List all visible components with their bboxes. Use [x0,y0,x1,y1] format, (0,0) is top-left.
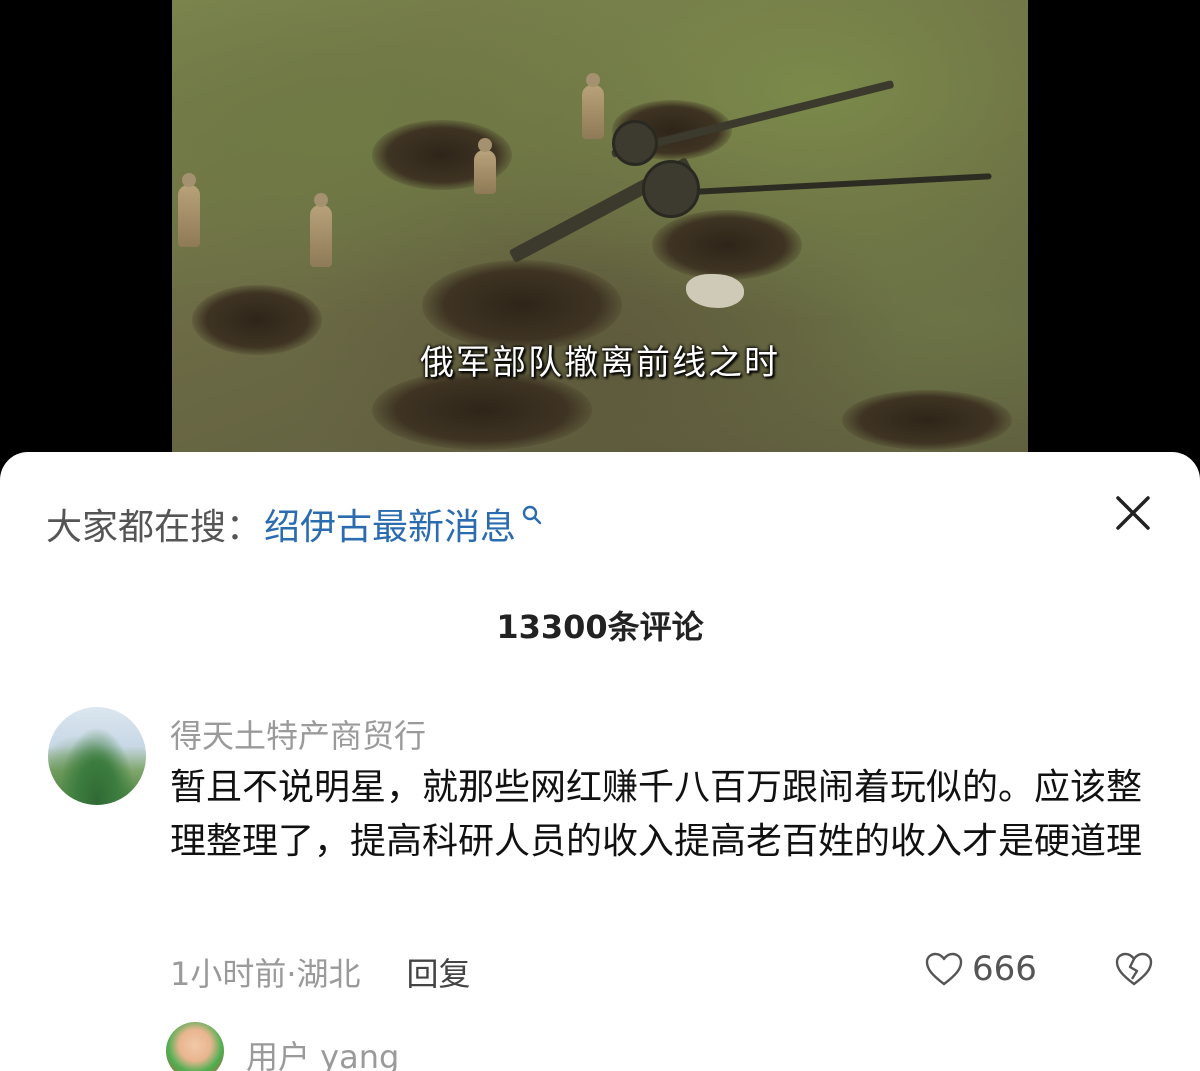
soldier [582,73,604,139]
heart-icon [925,952,963,986]
comment-time-location: 1小时前·湖北 [170,955,361,993]
soldier [474,138,496,194]
avatar[interactable] [48,707,146,805]
broken-heart-icon[interactable] [1114,951,1154,987]
trending-search-term[interactable]: 绍伊古最新消息 [264,498,516,550]
comment-meta: 1小时前·湖北 回复 [170,949,471,995]
comment-text: 暂且不说明星，就那些网红赚千八百万跟闹着玩似的。应该整理整理了，提高科研人员的收… [170,767,1143,862]
comment-count: 13300条评论 [496,608,704,646]
avatar[interactable] [166,1022,224,1071]
reply-button[interactable]: 回复 [407,949,471,995]
rock [686,274,744,308]
like-count: 666 [972,949,1037,989]
comment-username[interactable]: 得天土特产商贸行 [170,711,426,757]
video-subtitle: 俄军部队撤离前线之时 [420,343,780,383]
artillery-wheel [642,160,700,218]
soldier [178,173,200,247]
trending-search[interactable]: 大家都在搜： 绍伊古最新消息 [46,500,544,548]
video-area[interactable]: 俄军部队撤离前线之时 [0,0,1200,470]
comment-sheet: 大家都在搜： 绍伊古最新消息 13300条评论 得天土特产商贸行 暂且不说明星，… [0,452,1200,1071]
artillery-shadow [671,173,992,196]
close-icon[interactable] [1112,492,1154,534]
soldier [310,193,332,267]
dirt-patch [652,210,802,280]
video-frame[interactable]: 俄军部队撤离前线之时 [172,0,1028,452]
comment-username[interactable]: 用户 yang [246,1032,399,1071]
search-icon [522,505,542,525]
trending-search-prefix: 大家都在搜： [46,507,263,548]
dirt-patch [842,390,1012,450]
artillery-wheel [612,120,658,166]
like-button[interactable]: 666 [924,949,1037,989]
